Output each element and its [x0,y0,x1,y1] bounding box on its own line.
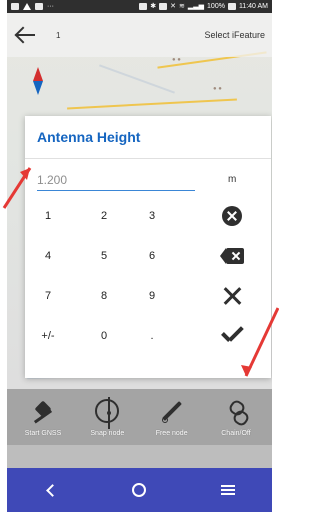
key-9[interactable]: 9 [129,276,175,316]
compass-icon[interactable] [31,67,45,99]
dialog-title: Antenna Height [37,129,141,145]
key-7[interactable]: 7 [25,276,71,316]
key-8[interactable]: 8 [81,276,127,316]
signal-icon: ▂▃▅ [187,3,205,10]
free-node-pencil-icon [160,399,184,423]
tool-label: Free node [155,430,188,437]
clear-circle-icon [222,206,242,226]
chain-off-button[interactable]: Chain/Off [206,389,266,445]
key-1[interactable]: 1 [25,196,71,236]
chain-icon [224,399,248,423]
key-4[interactable]: 4 [25,236,71,276]
nav-home-icon[interactable] [132,483,147,497]
close-icon [221,285,243,307]
clear-button[interactable] [209,196,255,236]
key-2[interactable]: 2 [81,196,127,236]
backspace-button[interactable] [209,236,255,276]
backspace-icon [220,248,244,264]
bottom-toolbar: Start GNSS Snap node Free node Chain/Off [7,389,272,445]
map-road [67,98,237,110]
snap-node-icon [95,397,120,429]
tool-label: Snap node [90,430,125,437]
free-node-button[interactable]: Free node [142,389,202,445]
device-screen: ··· ✱ ✕ ≋ ▂▃▅ 100% 11:40 AM ● ● ● ● 1 Se… [7,0,272,512]
key-decimal[interactable]: . [129,316,175,356]
clock: 11:40 AM [238,3,268,10]
android-nav-bar [7,468,272,512]
checkmark-icon [219,327,245,345]
keypad: 1 2 3 4 5 6 7 8 9 +/- 0 . [25,196,271,378]
confirm-button[interactable] [209,316,255,356]
compass-north-needle [33,67,43,81]
battery-percent: 100% [207,3,225,10]
status-bar-right: ✱ ✕ ≋ ▂▃▅ 100% 11:40 AM [139,0,268,13]
gnss-satellite-icon [31,399,55,423]
tool-label: Start GNSS [24,430,62,437]
notification-icon [35,3,43,10]
snap-node-button[interactable]: Snap node [77,389,137,445]
bluetooth-icon: ✱ [150,3,157,10]
back-arrow-icon[interactable] [14,23,38,47]
more-notifications-icon: ··· [47,3,54,10]
antenna-height-dialog: Antenna Height m 1 2 3 4 5 6 [25,116,271,378]
map-place-marker: ● ● [172,57,181,63]
key-5[interactable]: 5 [81,236,127,276]
status-bar: ··· ✱ ✕ ≋ ▂▃▅ 100% 11:40 AM [7,0,272,13]
status-bar-left: ··· [11,0,54,13]
key-0[interactable]: 0 [81,316,127,356]
key-plus-minus[interactable]: +/- [25,316,71,356]
wifi-icon: ≋ [179,3,185,10]
nav-back-icon[interactable] [44,483,58,497]
system-icon [139,3,148,10]
map-place-marker: ● ● [213,86,222,92]
antenna-height-input[interactable] [37,169,195,191]
feature-count: 1 [56,30,61,40]
mute-icon: ✕ [170,3,176,10]
unit-label: m [228,174,237,185]
divider [25,158,271,159]
notification-icon [11,3,19,10]
tool-label: Chain/Off [221,430,251,437]
map-road [99,64,175,94]
key-3[interactable]: 3 [129,196,175,236]
warning-icon [23,3,31,10]
select-feature-button[interactable]: Select iFeature [204,30,265,40]
compass-south-needle [33,81,43,95]
nav-menu-icon[interactable] [220,484,235,496]
start-gnss-button[interactable]: Start GNSS [13,389,73,445]
battery-icon [227,3,236,10]
key-6[interactable]: 6 [129,236,175,276]
cancel-button[interactable] [209,276,255,316]
nfc-icon [159,3,168,10]
top-app-bar: 1 Select iFeature [7,13,272,57]
